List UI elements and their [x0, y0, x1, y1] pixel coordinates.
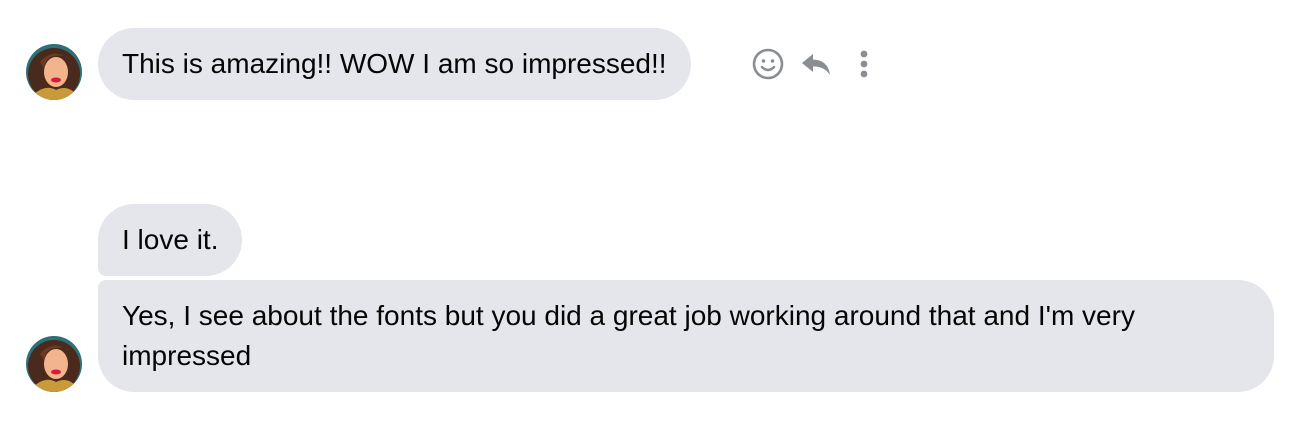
message-text: I love it. — [122, 224, 219, 255]
message-text: Yes, I see about the fonts but you did a… — [122, 300, 1135, 371]
reply-button[interactable] — [796, 44, 836, 84]
emoji-react-icon — [752, 48, 784, 80]
message-bubble[interactable]: Yes, I see about the fonts but you did a… — [98, 280, 1274, 392]
emoji-react-button[interactable] — [748, 44, 788, 84]
sender-avatar[interactable] — [26, 44, 82, 100]
message-text: This is amazing!! WOW I am so impressed!… — [122, 48, 667, 79]
more-options-button[interactable] — [844, 44, 884, 84]
message-bubble[interactable]: This is amazing!! WOW I am so impressed!… — [98, 28, 691, 100]
message-actions — [748, 44, 892, 84]
sender-avatar[interactable] — [26, 336, 82, 392]
message-bubble[interactable]: I love it. — [98, 204, 243, 276]
more-options-icon — [860, 50, 868, 78]
reply-icon — [802, 54, 830, 75]
